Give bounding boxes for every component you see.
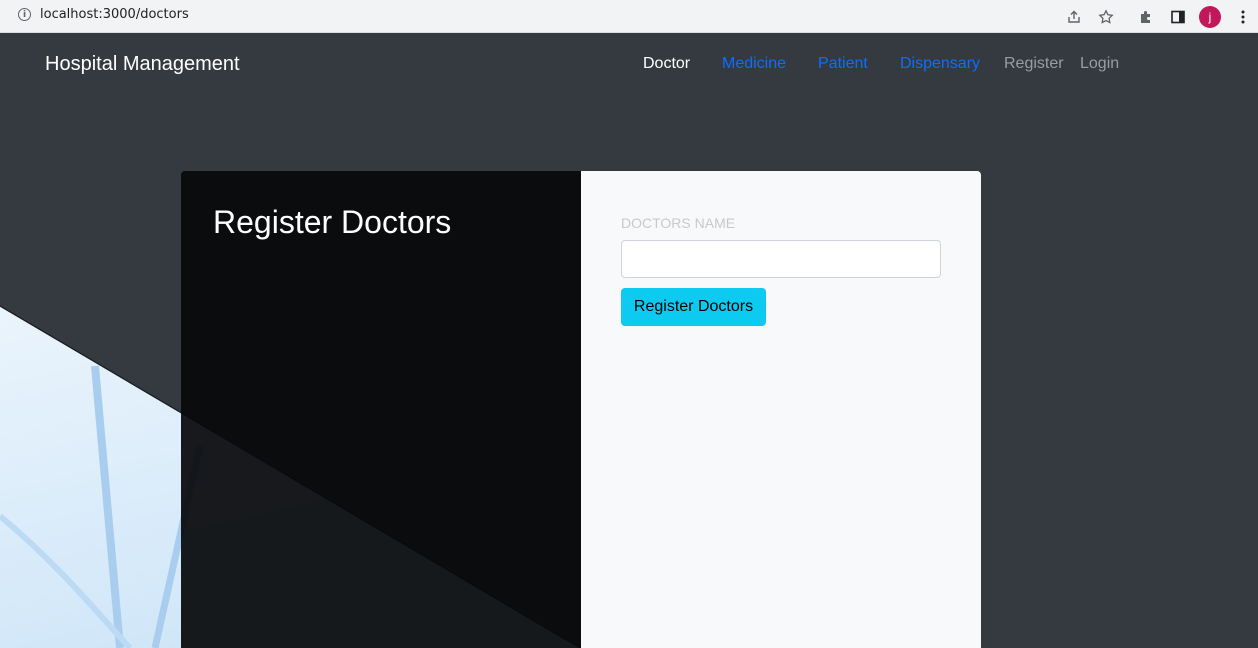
nav-link-doctor[interactable]: Doctor <box>643 55 690 73</box>
page-title: Register Doctors <box>213 204 452 240</box>
browser-toolbar: i localhost:3000/doctors j <box>0 0 1258 33</box>
extensions-icon[interactable] <box>1137 0 1155 33</box>
nav-link-login[interactable]: Login <box>1080 55 1119 73</box>
nav-link-patient[interactable]: Patient <box>818 55 868 73</box>
nav-link-dispensary[interactable]: Dispensary <box>900 55 980 73</box>
kebab-menu-icon[interactable] <box>1234 0 1252 33</box>
doctor-name-input[interactable] <box>621 240 941 278</box>
navbar-brand[interactable]: Hospital Management <box>45 53 240 76</box>
nav-link-medicine[interactable]: Medicine <box>722 55 786 73</box>
doctor-name-label: DOCTORS NAME <box>621 215 736 231</box>
doctor-form-panel: DOCTORS NAME Register Doctors <box>581 171 981 648</box>
url-text[interactable]: localhost:3000/doctors <box>40 7 189 22</box>
avatar[interactable]: j <box>1199 5 1221 28</box>
info-icon[interactable]: i <box>18 8 31 21</box>
nav-link-register[interactable]: Register <box>1004 55 1064 73</box>
address-bar[interactable]: i localhost:3000/doctors <box>6 3 1122 26</box>
card-header-panel: Register Doctors <box>181 171 581 648</box>
star-icon[interactable] <box>1097 0 1115 33</box>
register-doctors-button[interactable]: Register Doctors <box>621 288 766 326</box>
navbar: Hospital Management Doctor Medicine Pati… <box>0 33 1258 96</box>
share-icon[interactable] <box>1065 0 1083 33</box>
side-panel-icon[interactable] <box>1169 0 1187 33</box>
